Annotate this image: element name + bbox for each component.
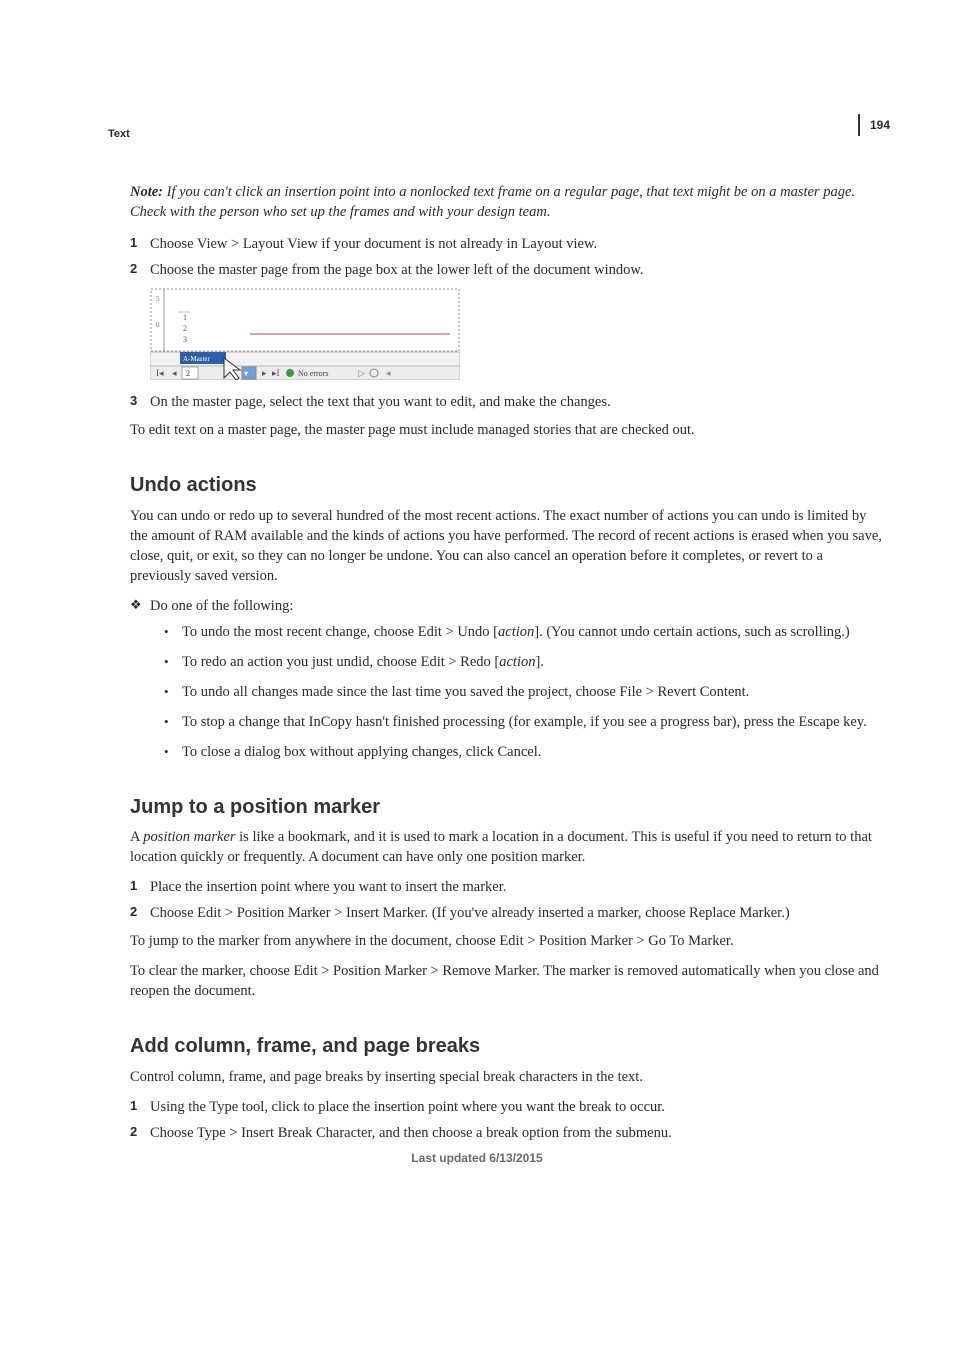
step-item: 2 Choose Type > Insert Break Character, … <box>130 1123 882 1143</box>
bullet-icon: • <box>164 712 182 732</box>
figure-status: No errors <box>298 369 328 378</box>
body-paragraph: Control column, frame, and page breaks b… <box>130 1067 882 1087</box>
bullet-text: To redo an action you just undid, choose… <box>182 652 882 672</box>
step-number: 1 <box>130 234 150 254</box>
note-body: If you can't click an insertion point in… <box>130 184 855 220</box>
step-text: Place the insertion point where you want… <box>150 877 882 897</box>
bullet-icon: • <box>164 742 182 762</box>
svg-text:5: 5 <box>156 295 160 303</box>
figure-row-1: 1 <box>183 313 187 322</box>
bullet-item: • To close a dialog box without applying… <box>164 742 882 762</box>
step-item: 1 Place the insertion point where you wa… <box>130 877 882 897</box>
step-text: On the master page, select the text that… <box>150 392 882 412</box>
step-item: 1 Choose View > Layout View if your docu… <box>130 234 882 254</box>
bullet-text: To undo the most recent change, choose E… <box>182 622 882 642</box>
svg-text:▸I: ▸I <box>272 368 280 378</box>
heading-undo: Undo actions <box>130 472 882 500</box>
step-text: Choose View > Layout View if your docume… <box>150 234 882 254</box>
bullet-item: • To redo an action you just undid, choo… <box>164 652 882 672</box>
do-one-item: ❖ Do one of the following: <box>130 596 882 616</box>
step-number: 1 <box>130 1097 150 1117</box>
footer-updated: Last updated 6/13/2015 <box>0 1151 954 1165</box>
svg-text:I◂: I◂ <box>156 368 164 378</box>
note-paragraph: Note: If you can't click an insertion po… <box>130 182 882 222</box>
bullet-text: To stop a change that InCopy hasn't fini… <box>182 712 882 732</box>
bullet-icon: • <box>164 682 182 702</box>
step-number: 2 <box>130 1123 150 1143</box>
step-text: Choose Type > Insert Break Character, an… <box>150 1123 882 1143</box>
heading-breaks: Add column, frame, and page breaks <box>130 1033 882 1061</box>
bullet-text: To undo all changes made since the last … <box>182 682 882 702</box>
step-number: 2 <box>130 260 150 280</box>
bullet-text: To close a dialog box without applying c… <box>182 742 882 762</box>
diamond-icon: ❖ <box>130 596 150 616</box>
body-paragraph: A position marker is like a bookmark, an… <box>130 827 882 867</box>
figure-row-2: 2 <box>183 324 187 333</box>
svg-text:▷: ▷ <box>358 368 365 378</box>
body-paragraph: To jump to the marker from anywhere in t… <box>130 931 882 951</box>
figure-row-3: 3 <box>183 335 187 344</box>
svg-text:◂: ◂ <box>172 368 177 378</box>
body-paragraph: To clear the marker, choose Edit > Posit… <box>130 961 882 1001</box>
svg-text:▸: ▸ <box>262 368 267 378</box>
section-header: Text <box>108 128 130 140</box>
bullet-item: • To undo the most recent change, choose… <box>164 622 882 642</box>
step-number: 3 <box>130 392 150 412</box>
step-text: Using the Type tool, click to place the … <box>150 1097 882 1117</box>
figure-master-tab: A-Master <box>183 355 210 363</box>
body-paragraph: To edit text on a master page, the maste… <box>130 420 882 440</box>
figure-pages-panel: 5 0 1 2 3 A-Master I◂ ◂ 2 <box>150 288 882 386</box>
heading-jump: Jump to a position marker <box>130 794 882 822</box>
note-prefix: Note: <box>130 184 163 200</box>
step-text: Choose Edit > Position Marker > Insert M… <box>150 903 882 923</box>
body-paragraph: You can undo or redo up to several hundr… <box>130 506 882 586</box>
bullet-icon: • <box>164 622 182 642</box>
step-item: 1 Using the Type tool, click to place th… <box>130 1097 882 1117</box>
step-number: 2 <box>130 903 150 923</box>
bullet-icon: • <box>164 652 182 672</box>
svg-text:0: 0 <box>156 321 160 329</box>
do-one-text: Do one of the following: <box>150 596 882 616</box>
step-item: 2 Choose Edit > Position Marker > Insert… <box>130 903 882 923</box>
bullet-item: • To undo all changes made since the las… <box>164 682 882 702</box>
step-item: 2 Choose the master page from the page b… <box>130 260 882 280</box>
svg-text:◂: ◂ <box>386 368 391 378</box>
page-number: 194 <box>858 114 890 136</box>
step-text: Choose the master page from the page box… <box>150 260 882 280</box>
figure-page-field: 2 <box>186 369 190 378</box>
step-item: 3 On the master page, select the text th… <box>130 392 882 412</box>
svg-text:▾: ▾ <box>244 369 248 378</box>
bullet-item: • To stop a change that InCopy hasn't fi… <box>164 712 882 732</box>
step-number: 1 <box>130 877 150 897</box>
